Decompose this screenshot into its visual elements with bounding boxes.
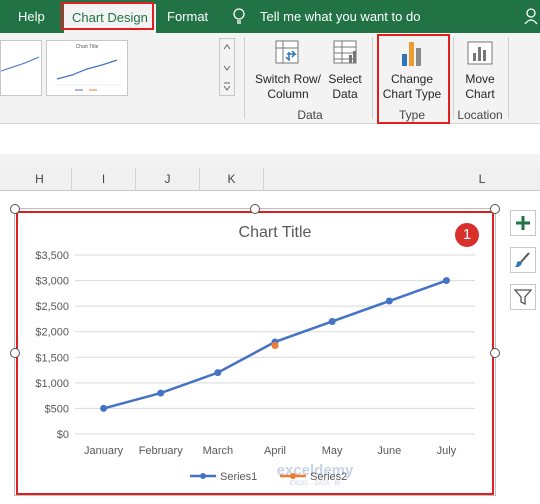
column-header-j[interactable]: J <box>136 168 200 190</box>
group-separator <box>508 37 509 119</box>
resize-handle-top-left[interactable] <box>10 204 20 214</box>
column-header-h[interactable]: H <box>8 168 72 190</box>
highlight-box-chart <box>16 211 494 495</box>
group-label-data: Data <box>297 108 323 122</box>
chart-style-thumb-2[interactable]: Chart Title <box>46 40 128 96</box>
column-header-k[interactable]: K <box>200 168 264 190</box>
select-data-icon <box>333 40 357 64</box>
move-chart-icon <box>467 41 493 65</box>
chart-elements-button[interactable] <box>510 210 536 236</box>
move-chart-button[interactable]: Move Chart <box>460 38 500 102</box>
resize-handle-top[interactable] <box>250 204 260 214</box>
column-header-l[interactable]: L <box>264 168 540 190</box>
column-headers: H I J K L <box>0 168 540 191</box>
switch-row-column-label-1: Switch Row/ <box>254 72 322 86</box>
resize-handle-left[interactable] <box>10 348 20 358</box>
chart-styles-button[interactable] <box>510 247 536 273</box>
highlight-box-chart-design <box>61 2 154 30</box>
group-label-location: Location <box>457 108 503 122</box>
select-data-label-2: Data <box>332 87 358 101</box>
group-separator <box>244 37 245 119</box>
group-separator <box>372 37 373 119</box>
select-data-label-1: Select <box>328 72 362 86</box>
step-badge-1: 1 <box>455 223 479 247</box>
column-header-i[interactable]: I <box>72 168 136 190</box>
switch-row-column-button[interactable]: Switch Row/ Column <box>251 38 325 102</box>
highlight-box-change-chart-type <box>377 34 450 124</box>
resize-handle-right[interactable] <box>490 348 500 358</box>
user-icon[interactable] <box>524 0 538 33</box>
paintbrush-icon <box>515 252 530 268</box>
gallery-scroll[interactable] <box>219 38 235 96</box>
formula-bar[interactable] <box>0 124 540 155</box>
sheet-gap <box>0 154 540 168</box>
filter-icon <box>513 289 533 306</box>
select-data-button[interactable]: Select Data <box>325 38 365 102</box>
tell-me-search[interactable]: Tell me what you want to do <box>260 0 420 33</box>
tab-help[interactable]: Help <box>18 0 45 33</box>
group-separator <box>453 37 454 119</box>
plus-icon <box>516 216 530 230</box>
move-chart-label-2: Chart <box>465 87 495 101</box>
switch-row-column-label-2: Column <box>267 87 309 101</box>
chart-style-thumb-1[interactable] <box>0 40 42 96</box>
move-chart-label-1: Move <box>465 72 495 86</box>
resize-handle-top-right[interactable] <box>490 204 500 214</box>
lightbulb-icon <box>232 0 246 33</box>
switch-row-column-icon <box>275 40 299 64</box>
tab-format[interactable]: Format <box>167 0 208 33</box>
chart-filters-button[interactable] <box>510 284 536 310</box>
